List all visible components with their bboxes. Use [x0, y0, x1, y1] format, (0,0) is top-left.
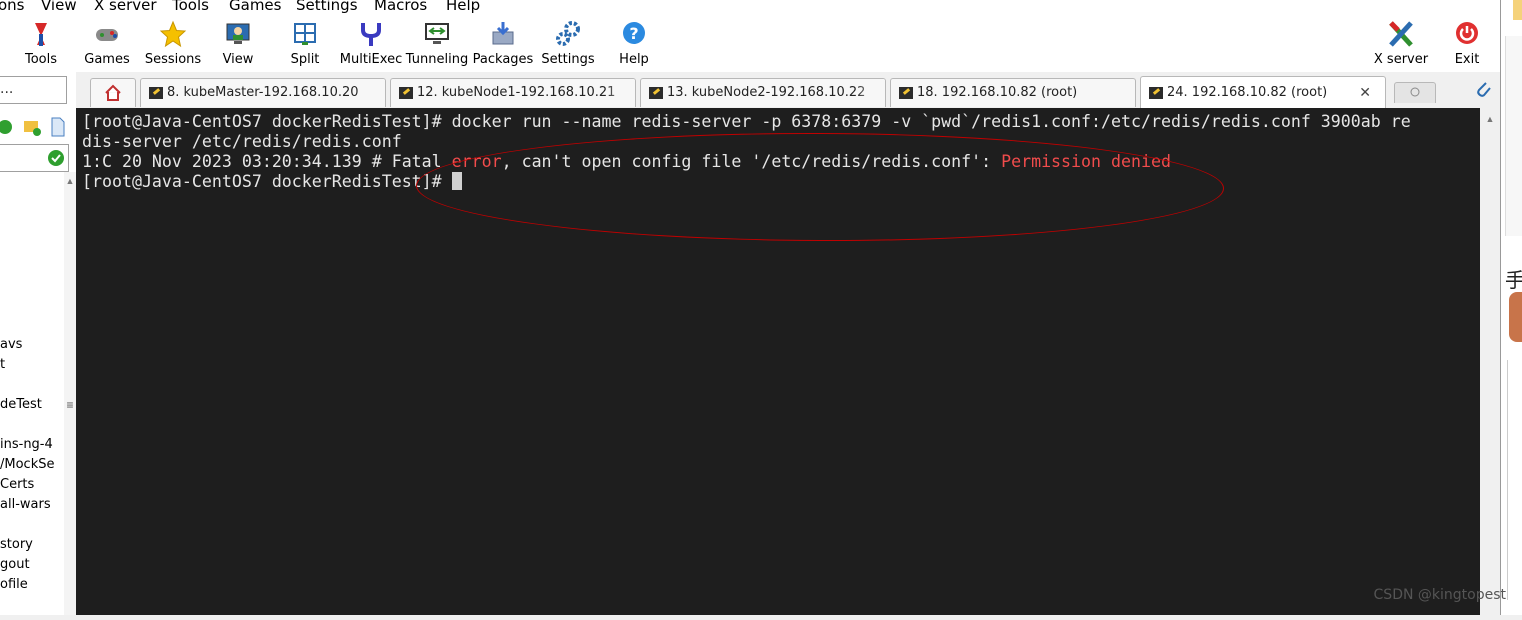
split-button[interactable]: Split: [272, 14, 338, 72]
settings-button[interactable]: Settings: [535, 14, 601, 72]
terminal-scrollbar[interactable]: ▲: [1480, 108, 1500, 615]
home-icon: [105, 84, 121, 101]
split-icon: [291, 20, 319, 48]
multiexec-button[interactable]: MultiExec: [338, 14, 404, 72]
games-button[interactable]: Games: [74, 14, 140, 72]
tree-item[interactable]: Certs: [0, 477, 34, 492]
menu-macros[interactable]: Macros: [374, 0, 427, 14]
new-tab-button[interactable]: [1394, 82, 1436, 103]
tree-item[interactable]: ins-ng-4: [0, 437, 53, 452]
package-download-icon: [489, 20, 517, 48]
tree-scrollbar[interactable]: ▲ ≡: [64, 172, 76, 615]
key-icon: [399, 86, 413, 99]
watermark: CSDN @kingtopest: [1373, 587, 1506, 603]
tree-item[interactable]: story: [0, 537, 33, 552]
tab-home[interactable]: [90, 78, 136, 107]
monitor-user-icon: [224, 20, 252, 48]
scroll-up-icon[interactable]: ▲: [1480, 108, 1500, 128]
menu-tools[interactable]: Tools: [172, 0, 209, 14]
terminal-line: [root@Java-CentOS7 dockerRedisTest]# doc…: [82, 112, 1411, 131]
tree-item[interactable]: ofile: [0, 577, 28, 592]
terminal-line: dis-server /etc/redis/redis.conf: [82, 132, 402, 151]
session-tree: avs t deTest ins-ng-4 /MockSe Certs all-…: [0, 172, 65, 615]
menu-settings[interactable]: Settings: [296, 0, 358, 14]
sessions-button[interactable]: Sessions: [140, 14, 206, 72]
tunneling-button[interactable]: Tunneling: [404, 14, 470, 72]
terminal-line: 1:C 20 Nov 2023 03:20:34.139 # Fatal err…: [82, 152, 1171, 171]
new-session-icon[interactable]: [51, 117, 65, 137]
terminal-line: [root@Java-CentOS7 dockerRedisTest]#: [82, 172, 462, 192]
menu-xserver[interactable]: X server: [94, 0, 157, 14]
key-icon: [649, 86, 663, 99]
terminal-cursor: [451, 172, 462, 190]
key-icon: [899, 86, 913, 99]
paperclip-icon[interactable]: [1474, 80, 1492, 98]
view-button[interactable]: View: [205, 14, 271, 72]
tab-session[interactable]: 8. kubeMaster-192.168.10.20: [140, 78, 386, 107]
tree-item[interactable]: gout: [0, 557, 30, 572]
gamepad-icon: [93, 20, 121, 48]
menu-bar: ons View X server Tools Games Settings M…: [0, 0, 1500, 14]
key-icon: [1149, 86, 1163, 99]
refresh-icon[interactable]: [0, 120, 12, 134]
tree-item[interactable]: t: [0, 357, 5, 372]
gears-icon: [554, 20, 582, 48]
menu-games[interactable]: Games: [229, 0, 281, 14]
help-icon: ?: [620, 20, 648, 48]
sessions-sidebar: ... avs t deTest ins-ng-4 /MockSe Certs …: [0, 72, 77, 615]
power-icon: [1453, 20, 1481, 48]
tree-item[interactable]: /MockSe: [0, 457, 54, 472]
tree-item[interactable]: avs: [0, 337, 22, 352]
toolbar: Tools Games Sessions View Split MultiExe…: [0, 14, 1500, 72]
packages-button[interactable]: Packages: [470, 14, 536, 72]
plus-icon: [1410, 87, 1420, 97]
svg-text:▲: ▲: [1486, 114, 1495, 124]
key-icon: [149, 86, 163, 99]
svg-text:?: ?: [629, 24, 638, 43]
adjacent-text: 手: [1505, 268, 1522, 292]
tab-session[interactable]: 12. kubeNode1-192.168.10.21: [390, 78, 636, 107]
tools-button[interactable]: Tools: [8, 14, 74, 72]
quick-connect-input[interactable]: ...: [0, 76, 67, 104]
adjacent-window: 手: [1500, 0, 1522, 615]
tab-session[interactable]: 18. 192.168.10.82 (root): [890, 78, 1136, 107]
tree-item[interactable]: all-wars: [0, 497, 51, 512]
check-icon: [48, 150, 64, 166]
menu-view[interactable]: View: [41, 0, 77, 14]
tools-icon: [27, 20, 55, 48]
tab-session[interactable]: 13. kubeNode2-192.168.10.22: [640, 78, 886, 107]
exit-button[interactable]: Exit: [1434, 14, 1500, 72]
svg-text:▲: ▲: [66, 176, 75, 186]
session-tabs: 8. kubeMaster-192.168.10.20 12. kubeNode…: [76, 72, 1500, 109]
menu-sessions[interactable]: ons: [0, 0, 25, 14]
close-tab-icon[interactable]: ✕: [1359, 77, 1371, 109]
terminal[interactable]: [root@Java-CentOS7 dockerRedisTest]# doc…: [76, 108, 1480, 615]
xserver-icon: [1387, 20, 1415, 48]
help-button[interactable]: ? Help: [601, 14, 667, 72]
fork-icon: [357, 20, 385, 48]
tab-session-active[interactable]: 24. 192.168.10.82 (root) ✕: [1140, 76, 1386, 109]
sidebar-toolbar: [0, 116, 76, 138]
sidebar-search-input[interactable]: [0, 144, 69, 172]
star-icon: [159, 20, 187, 48]
tunnel-icon: [423, 20, 451, 48]
xserver-button[interactable]: X server: [1368, 14, 1434, 72]
menu-help[interactable]: Help: [446, 0, 480, 14]
svg-text:≡: ≡: [66, 398, 73, 412]
tree-item[interactable]: deTest: [0, 397, 42, 412]
